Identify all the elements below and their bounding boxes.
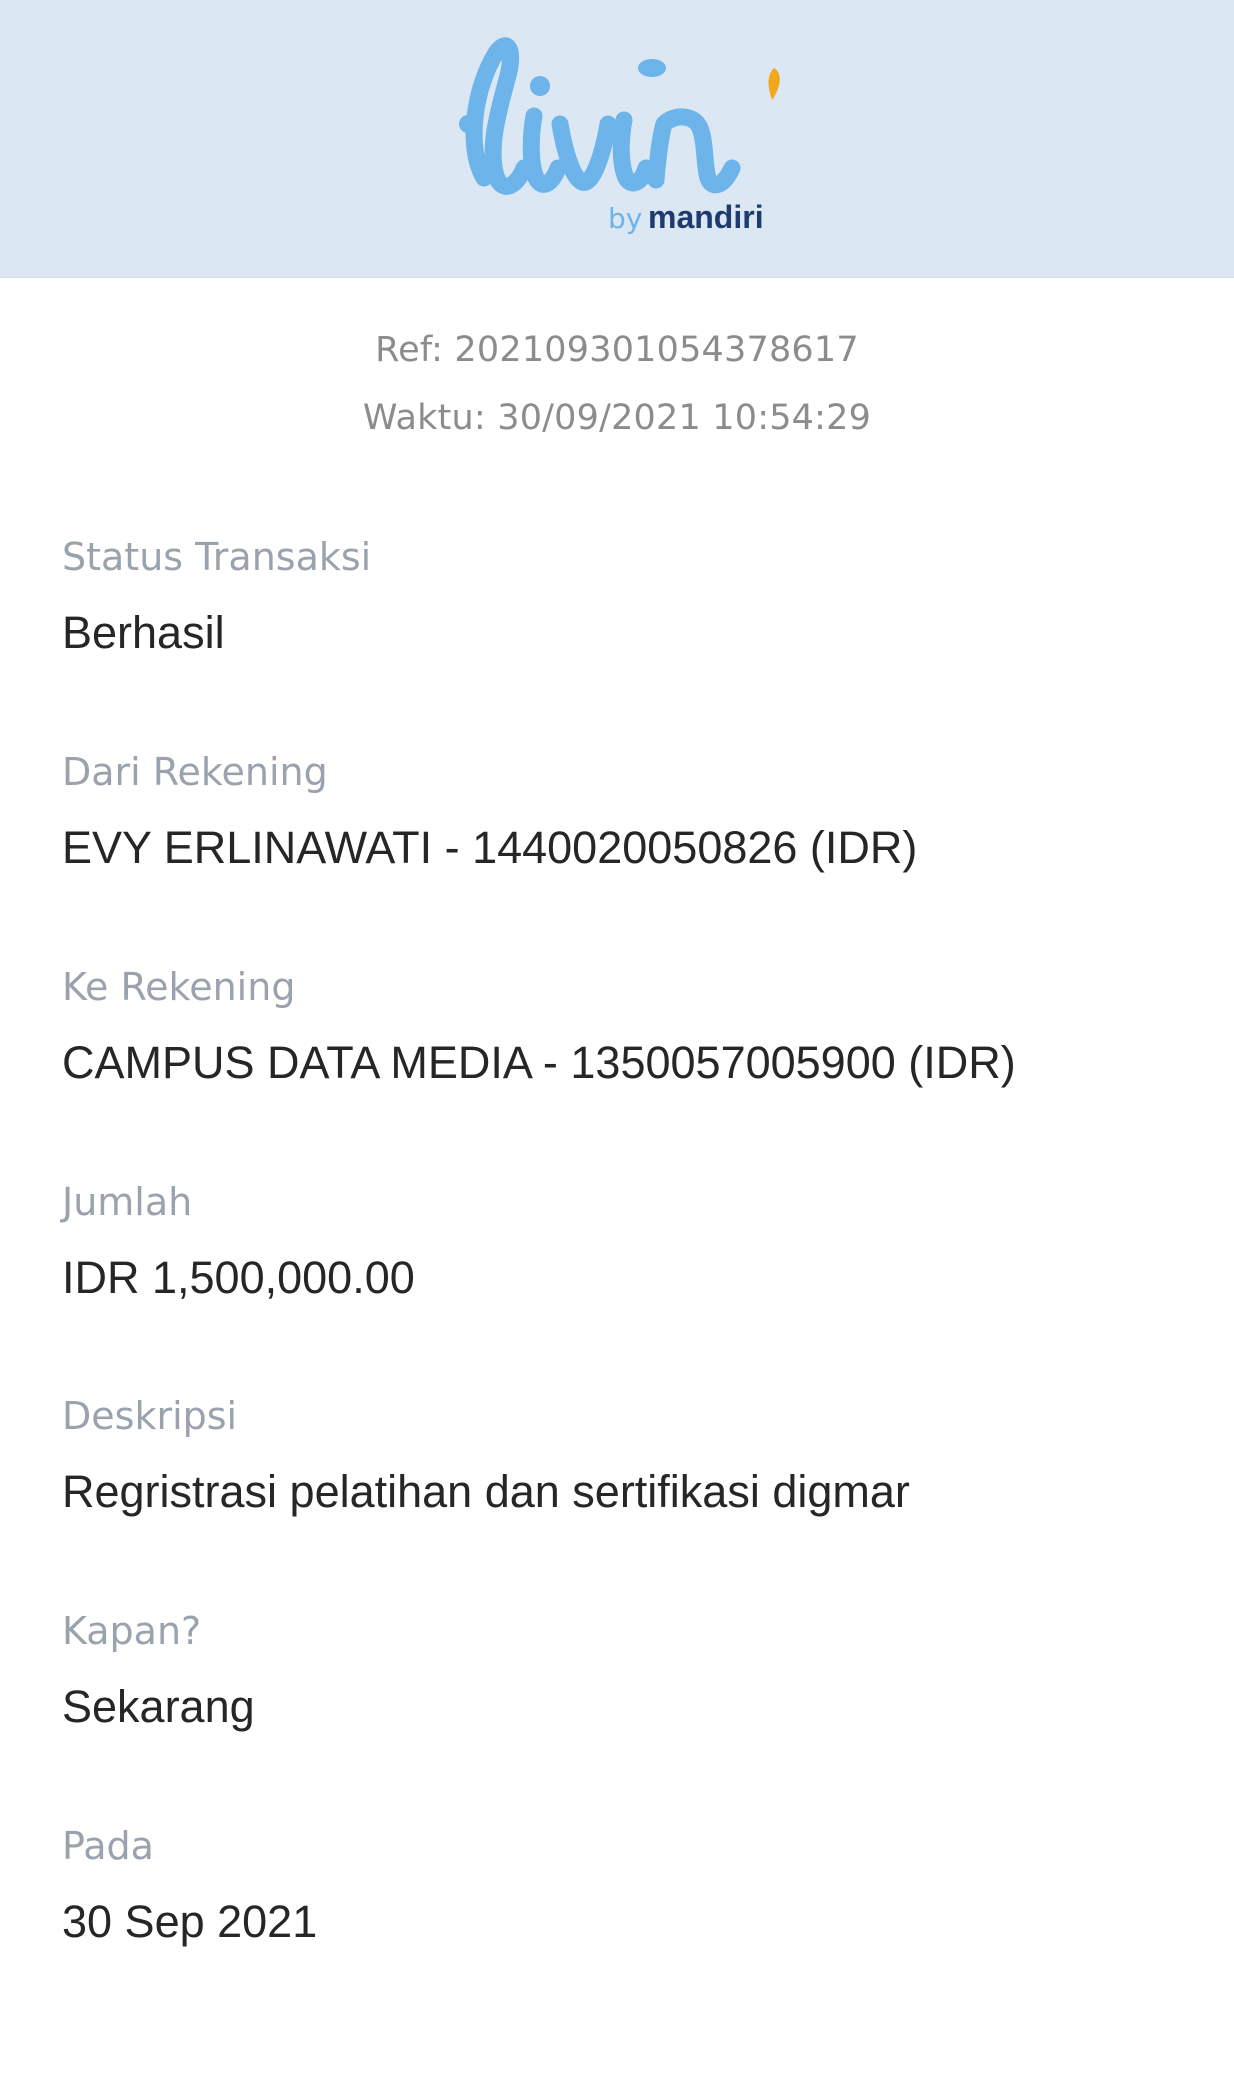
transaction-time: Waktu: 30/09/2021 10:54:29: [362, 398, 872, 438]
logo-by-text: by: [608, 202, 642, 235]
field-value: 30 Sep 2021: [62, 1896, 318, 1947]
logo-mandiri-text: mandiri: [648, 199, 764, 235]
field-kapan: Kapan? Sekarang: [62, 1604, 1172, 1734]
header-banner: by mandiri: [0, 0, 1234, 278]
reference-number: Ref: 2021093010543786​17: [375, 330, 859, 370]
livin-mandiri-logo: by mandiri: [456, 28, 796, 242]
field-value: Berhasil: [62, 607, 225, 658]
field-label: Kapan?: [62, 1609, 202, 1653]
field-status-transaksi: Status Transaksi Berhasil: [62, 530, 1172, 660]
field-jumlah: Jumlah IDR 1,500,000.00: [62, 1175, 1172, 1305]
field-label: Dari Rekening: [62, 750, 328, 794]
field-pada: Pada 30 Sep 2021: [62, 1819, 1172, 1949]
field-value: Sekarang: [62, 1681, 255, 1732]
field-label: Status Transaksi: [62, 535, 372, 579]
field-value: Regristrasi pelatihan dan sertifikasi di…: [62, 1466, 910, 1517]
field-label: Deskripsi: [62, 1394, 238, 1438]
field-dari-rekening: Dari Rekening EVY ERLINAWATI - 144002005…: [62, 745, 1172, 875]
field-label: Ke Rekening: [62, 965, 296, 1009]
field-label: Jumlah: [62, 1180, 193, 1224]
field-deskripsi: Deskripsi Regristrasi pelatihan dan sert…: [62, 1389, 1172, 1519]
field-label: Pada: [62, 1824, 154, 1868]
field-ke-rekening: Ke Rekening CAMPUS DATA MEDIA - 13500570…: [62, 960, 1172, 1090]
field-value: EVY ERLINAWATI - 1440020050826 (IDR): [62, 822, 918, 873]
field-value: IDR 1,500,000.00: [62, 1252, 415, 1303]
field-value: CAMPUS DATA MEDIA - 1350057005900 (IDR): [62, 1037, 1016, 1088]
